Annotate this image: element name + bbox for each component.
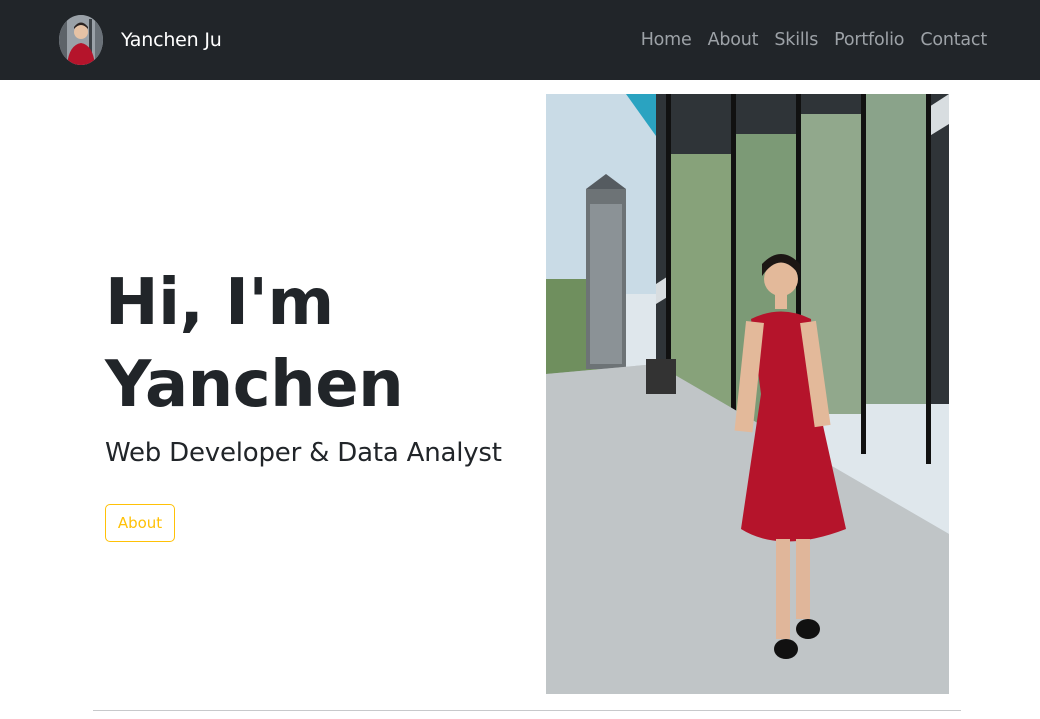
profile-photo (546, 94, 949, 694)
navbar: Yanchen Ju Home About Skills Portfolio C… (0, 0, 1040, 80)
hero-title: Hi, I'm Yanchen (105, 262, 505, 426)
avatar (59, 15, 103, 65)
profile-photo-image (546, 94, 949, 694)
nav-link-home[interactable]: Home (641, 30, 692, 50)
hero-title-line2: Yanchen (105, 348, 404, 422)
navbar-brand[interactable]: Yanchen Ju (59, 15, 222, 65)
hero-subtitle: Web Developer & Data Analyst (105, 438, 502, 468)
nav-link-contact[interactable]: Contact (920, 30, 987, 50)
brand-name: Yanchen Ju (121, 29, 222, 51)
nav-link-about[interactable]: About (708, 30, 759, 50)
hero-title-line1: Hi, I'm (105, 266, 334, 340)
nav-links: Home About Skills Portfolio Contact (625, 0, 987, 80)
nav-link-skills[interactable]: Skills (774, 30, 818, 50)
nav-link-portfolio[interactable]: Portfolio (834, 30, 904, 50)
section-divider (93, 710, 961, 711)
about-button[interactable]: About (105, 504, 175, 542)
